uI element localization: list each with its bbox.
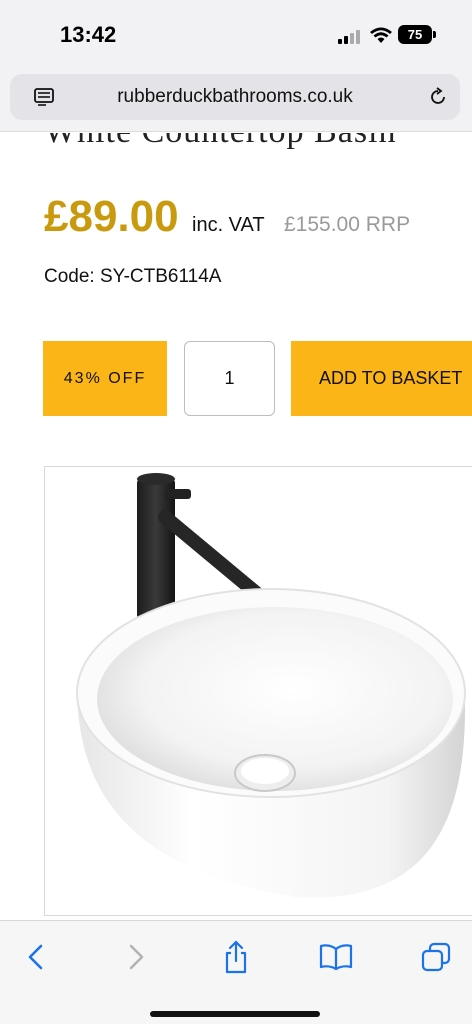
tabs-button[interactable] [418, 939, 454, 975]
bookmarks-icon [319, 944, 353, 971]
back-button[interactable] [18, 939, 54, 975]
forward-icon [129, 944, 144, 970]
bookmarks-button[interactable] [318, 939, 354, 975]
wifi-icon [370, 27, 392, 43]
status-time: 13:42 [60, 22, 117, 47]
signal-icon [338, 28, 362, 44]
tabs-icon [421, 942, 451, 972]
home-indicator [150, 1011, 320, 1017]
product-title-clipped: White Countertop Basin [0, 133, 472, 149]
product-title: White Countertop Basin [44, 133, 397, 149]
url-text[interactable]: rubberduckbathrooms.co.uk [10, 86, 460, 108]
battery-icon: 75 [398, 25, 436, 44]
vat-label: inc. VAT [192, 214, 265, 236]
product-image[interactable] [44, 466, 472, 916]
quantity-input[interactable] [184, 341, 275, 416]
basin-illustration [76, 473, 466, 898]
reload-icon[interactable] [428, 87, 448, 107]
share-button[interactable] [218, 939, 254, 975]
share-icon [225, 940, 247, 974]
status-bar: 13:42 75 [0, 0, 472, 68]
discount-badge: 43% OFF [43, 341, 167, 416]
page: 13:42 75 rubberduckbathrooms.co.uk £89.0… [0, 0, 472, 1024]
forward-button[interactable] [118, 939, 154, 975]
rrp-price: £155.00 RRP [284, 213, 411, 236]
browser-toolbar [0, 920, 472, 1024]
product-code: Code: SY-CTB6114A [44, 266, 222, 287]
product-price: £89.00 [44, 192, 179, 241]
add-to-basket-button[interactable]: ADD TO BASKET [291, 341, 472, 416]
browser-address-area: rubberduckbathrooms.co.uk [0, 68, 472, 132]
back-icon [28, 944, 43, 970]
address-bar[interactable]: rubberduckbathrooms.co.uk [10, 74, 460, 120]
